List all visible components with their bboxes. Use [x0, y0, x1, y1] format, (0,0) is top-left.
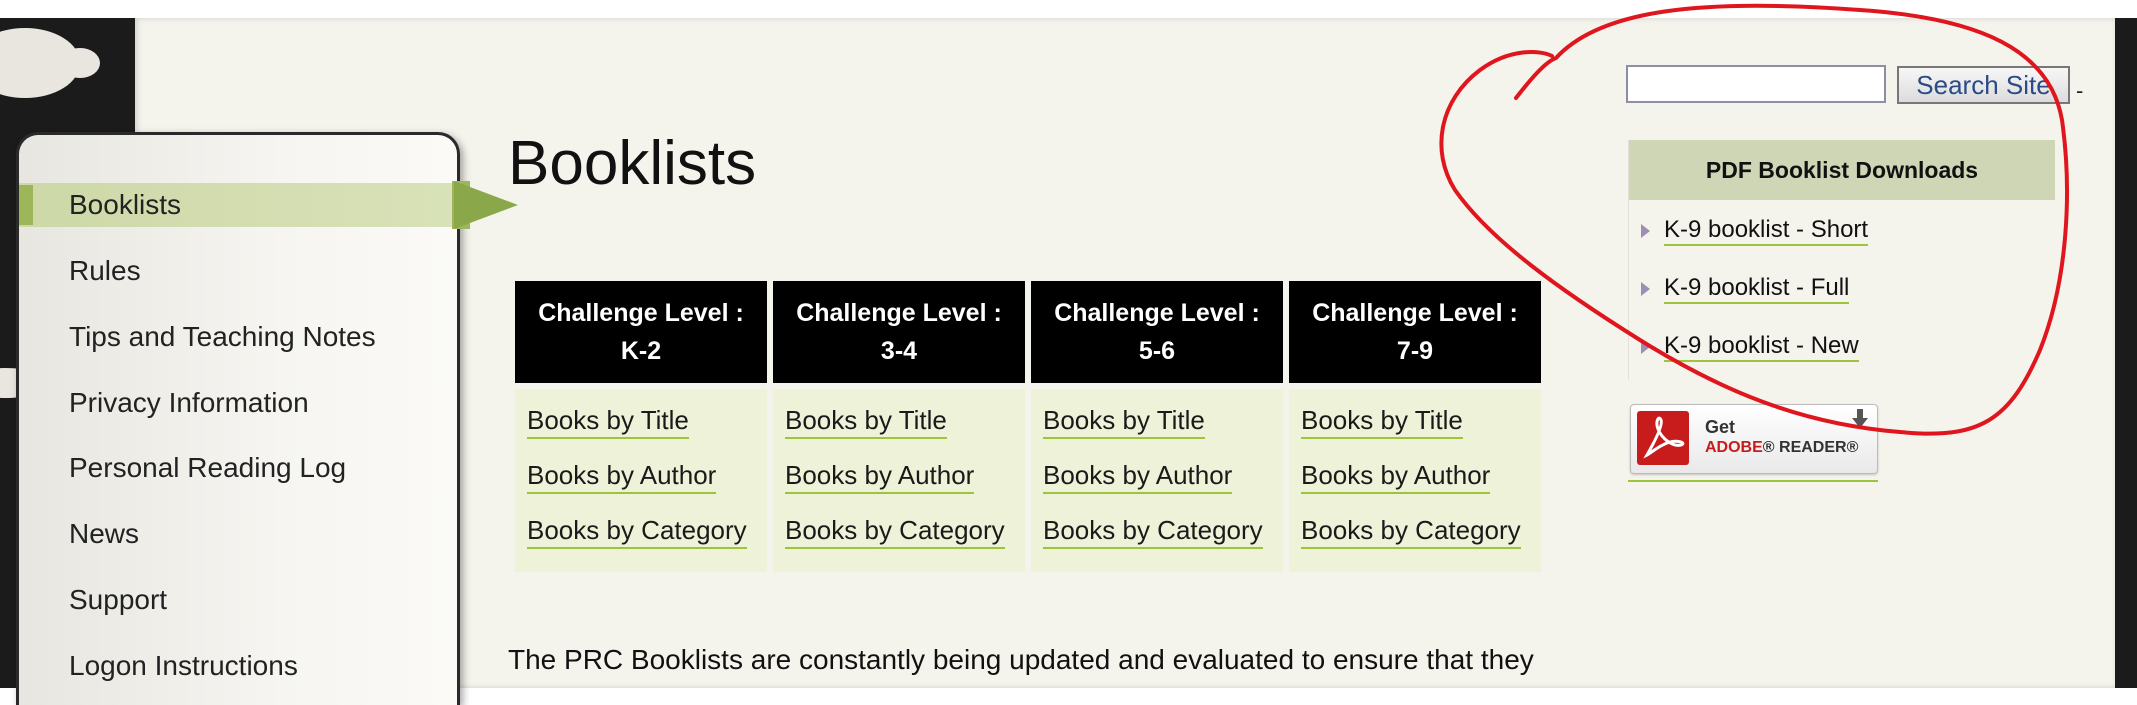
level-header-range: 3-4 — [880, 337, 918, 365]
adobe-product-text: READER — [1779, 439, 1847, 456]
sidebar-item-booklists[interactable]: Booklists — [69, 189, 181, 221]
pdf-downloads-heading: PDF Booklist Downloads — [1629, 140, 2055, 200]
books-by-author-link[interactable]: Books by Author — [785, 460, 975, 494]
sidebar-nav: Booklists Rules Tips and Teaching Notes … — [16, 132, 518, 705]
pdf-link-new[interactable]: K-9 booklist - New — [1641, 332, 1859, 362]
table-links-row: Books by Title Books by Author Books by … — [515, 383, 1541, 572]
level-header-label: Challenge Level : — [1312, 299, 1518, 327]
level-links-3-4: Books by Title Books by Author Books by … — [773, 383, 1025, 572]
books-by-author-link[interactable]: Books by Author — [1043, 460, 1233, 494]
level-links-k2: Books by Title Books by Author Books by … — [515, 383, 767, 572]
books-by-title-link[interactable]: Books by Title — [1301, 405, 1463, 439]
books-by-title-link[interactable]: Books by Title — [1043, 405, 1205, 439]
sidebar-item-tips[interactable]: Tips and Teaching Notes — [69, 321, 376, 353]
adobe-logo-icon — [1637, 411, 1689, 465]
triangle-bullet-icon — [1641, 339, 1650, 354]
level-header-3-4: Challenge Level : 3-4 — [773, 281, 1025, 383]
books-by-author-link[interactable]: Books by Author — [1301, 460, 1491, 494]
trailing-dash: - — [2076, 78, 2084, 103]
level-header-label: Challenge Level : — [538, 299, 744, 327]
search-input[interactable] — [1626, 65, 1886, 103]
acrobat-swirl-icon — [1643, 416, 1685, 459]
adobe-reader-text: ADOBE® READER® — [1705, 439, 1859, 456]
level-header-range: K-2 — [620, 337, 662, 365]
download-arrow-icon — [1852, 409, 1868, 428]
page-title: Booklists — [508, 129, 757, 198]
active-left-tab — [19, 185, 33, 225]
sidebar-item-rules[interactable]: Rules — [69, 255, 141, 287]
sidebar-item-support[interactable]: Support — [69, 584, 167, 616]
level-header-label: Challenge Level : — [796, 299, 1002, 327]
level-header-range: 7-9 — [1396, 337, 1434, 365]
challenge-levels-table: Challenge Level : K-2 Challenge Level : 3-… — [509, 281, 1547, 572]
decor-shape — [60, 48, 100, 78]
sidebar-item-news[interactable]: News — [69, 518, 139, 550]
pdf-link-short[interactable]: K-9 booklist - Short — [1641, 216, 1869, 246]
level-links-7-9: Books by Title Books by Author Books by … — [1289, 383, 1541, 572]
pdf-downloads-panel: PDF Booklist Downloads K-9 booklist - Sh… — [1628, 140, 2055, 380]
intro-paragraph: The PRC Booklists are constantly being u… — [508, 644, 1534, 675]
pdf-link-full[interactable]: K-9 booklist - Full — [1641, 274, 1850, 304]
table-header-row: Challenge Level : K-2 Challenge Level : 3-… — [515, 281, 1541, 383]
pdf-link-label: K-9 booklist - Short — [1664, 216, 1869, 246]
level-links-5-6: Books by Title Books by Author Books by … — [1031, 383, 1283, 572]
pdf-link-label: K-9 booklist - Full — [1664, 274, 1850, 304]
get-adobe-reader-button[interactable]: Get ADOBE® READER® — [1630, 404, 1878, 474]
books-by-category-link[interactable]: Books by Category — [527, 515, 747, 549]
adobe-badge-underline — [1628, 480, 1878, 482]
books-by-category-link[interactable]: Books by Category — [785, 515, 1005, 549]
pdf-link-label: K-9 booklist - New — [1664, 332, 1859, 362]
books-by-title-link[interactable]: Books by Title — [527, 405, 689, 439]
sidebar-item-privacy[interactable]: Privacy Information — [69, 387, 309, 419]
level-header-label: Challenge Level : — [1054, 299, 1260, 327]
level-header-k2: Challenge Level : K-2 — [515, 281, 767, 383]
sidebar-item-logon[interactable]: Logon Instructions — [69, 650, 298, 682]
adobe-brand-text: ADOBE — [1705, 439, 1763, 456]
books-by-category-link[interactable]: Books by Category — [1301, 515, 1521, 549]
search-site-button[interactable]: Search Site — [1897, 66, 2070, 104]
triangle-bullet-icon — [1641, 281, 1650, 296]
books-by-title-link[interactable]: Books by Title — [785, 405, 947, 439]
triangle-bullet-icon — [1641, 223, 1650, 238]
adobe-get-text: Get — [1705, 417, 1736, 437]
level-header-range: 5-6 — [1138, 337, 1176, 365]
books-by-author-link[interactable]: Books by Author — [527, 460, 717, 494]
level-header-7-9: Challenge Level : 7-9 — [1289, 281, 1541, 383]
books-by-category-link[interactable]: Books by Category — [1043, 515, 1263, 549]
sidebar-item-reading-log[interactable]: Personal Reading Log — [69, 452, 346, 484]
level-header-5-6: Challenge Level : 5-6 — [1031, 281, 1283, 383]
